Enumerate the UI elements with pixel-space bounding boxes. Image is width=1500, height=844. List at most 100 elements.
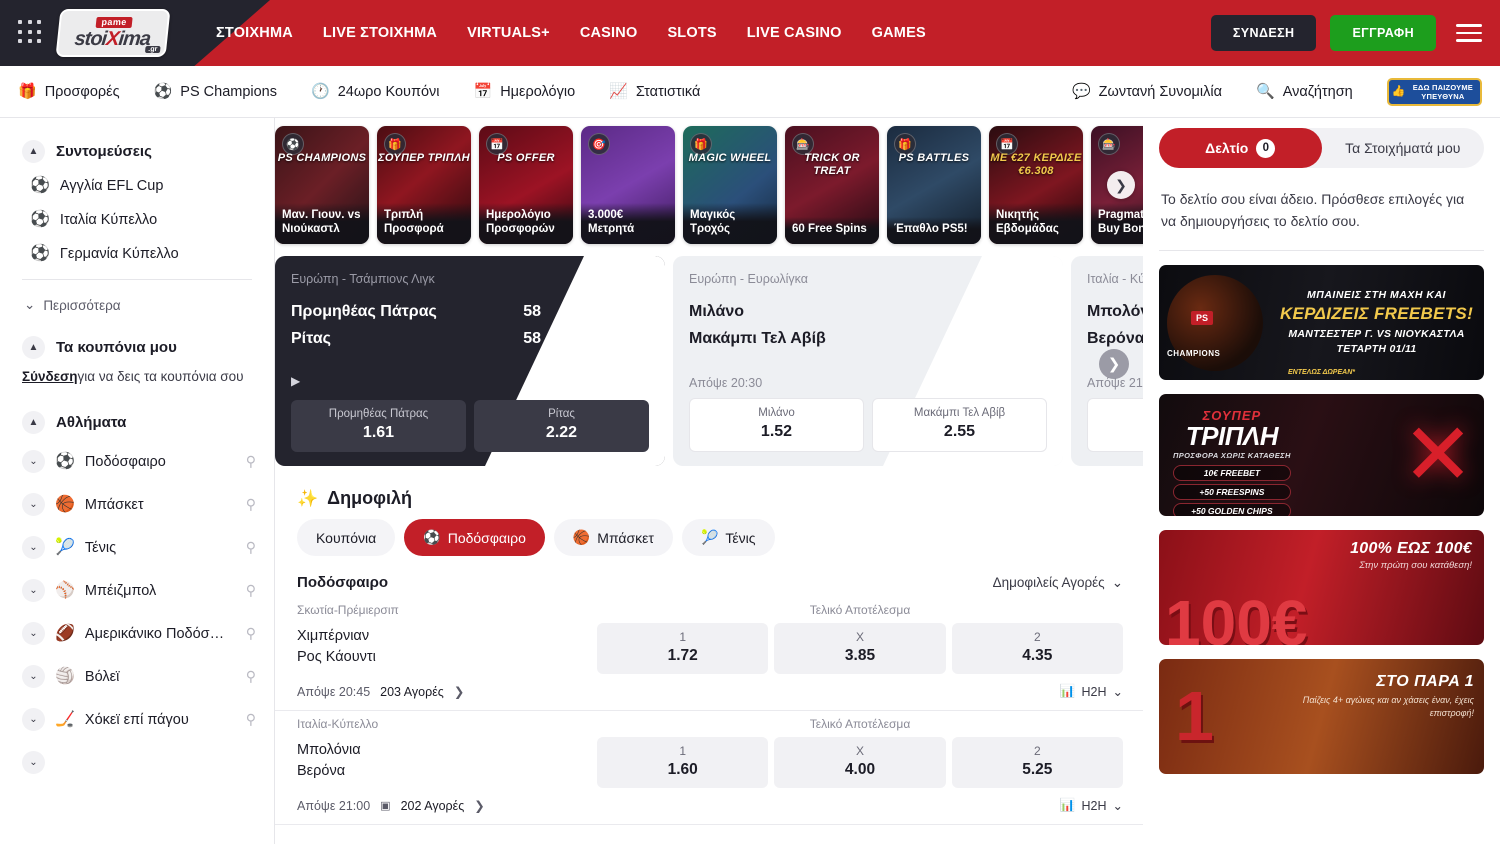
- h2h-button[interactable]: 📊 H2H ⌄: [1060, 798, 1123, 813]
- odd-button-2[interactable]: 2 4.35: [952, 623, 1123, 674]
- subnav-item-calendar[interactable]: 📅 Ημερολόγιο: [474, 84, 576, 100]
- promo-carousel-next-button[interactable]: ❯: [1107, 171, 1135, 199]
- chevron-down-icon[interactable]: ⌄: [22, 450, 45, 473]
- sidebar-item-germany-cup[interactable]: ⚽ Γερμανία Κύπελλο: [0, 237, 274, 271]
- nav-item-live-stoixima[interactable]: LIVE ΣΤΟΙΧΗΜΑ: [323, 25, 437, 41]
- nav-item-slots[interactable]: SLOTS: [667, 25, 716, 41]
- odd-button[interactable]: 1 1.60: [1087, 398, 1143, 452]
- odd-button-x[interactable]: X 3.85: [774, 623, 945, 674]
- chevron-down-icon[interactable]: ⌄: [22, 536, 45, 559]
- sidebar-section-my-coupons[interactable]: ▲ Τα κουπόνια μου: [0, 330, 274, 365]
- sidebar-item-efl-cup[interactable]: ⚽ Αγγλία EFL Cup: [0, 169, 274, 203]
- sidebar-item-volleyball[interactable]: ⌄ 🏐 Βόλεϊ ⚲: [0, 655, 274, 698]
- ps-champions-banner[interactable]: ΜΠΑΙΝΕΙΣ ΣΤΗ ΜΑΧΗ ΚΑΙ ΚΕΡΔΙΖΕΙΣ FREEBETS…: [1159, 265, 1484, 380]
- subnav-item-live-chat[interactable]: 💬 Ζωντανή Συνομιλία: [1072, 84, 1222, 100]
- chevron-down-icon[interactable]: ⌄: [22, 622, 45, 645]
- sidebar-section-sports[interactable]: ▲ Αθλήματα: [0, 405, 274, 440]
- pin-icon[interactable]: ⚲: [246, 539, 256, 556]
- promo-card[interactable]: ⚽ PS CHAMPIONS Μαν. Γιουν. vs Νιούκαστλ: [275, 126, 369, 244]
- odd-button[interactable]: Προμηθέας Πάτρας 1.61: [291, 400, 466, 452]
- odd-button-1[interactable]: 1 1.72: [597, 623, 768, 674]
- tab-football[interactable]: ⚽ Ποδόσφαιρο: [404, 519, 545, 556]
- nav-item-games[interactable]: GAMES: [872, 25, 926, 41]
- sidebar-item-american-football[interactable]: ⌄ 🏈 Αμερικάνικο Ποδόσ… ⚲: [0, 612, 274, 655]
- tab-my-bets[interactable]: Τα Στοιχήματά μου: [1322, 128, 1485, 168]
- promo-card[interactable]: 🎁 ΣΟΥΠΕΡ ΤΡΙΠΛΗ Τριπλή Προσφορά: [377, 126, 471, 244]
- signup-button[interactable]: ΕΓΓΡΑΦΗ: [1330, 15, 1436, 51]
- promo-card[interactable]: 📅 PS OFFER Ημερολόγιο Προσφορών: [479, 126, 573, 244]
- subnav-item-search[interactable]: 🔍 Αναζήτηση: [1256, 84, 1353, 100]
- apps-grid-icon[interactable]: [18, 20, 44, 46]
- markets-dropdown[interactable]: Δημοφιλείς Αγορές ⌄: [993, 575, 1123, 591]
- promo-card[interactable]: 🎯 3.000€ Μετρητά: [581, 126, 675, 244]
- chevron-down-icon[interactable]: ⌄: [22, 493, 45, 516]
- sto-para-1-banner[interactable]: ΣΤΟ ΠΑΡΑ 1 Παίζεις 4+ αγώνες και αν χάσε…: [1159, 659, 1484, 774]
- event-info[interactable]: Σκωτία-Πρέμιερσιπ Χιμπέρνιαν Ρος Κάουντι: [297, 603, 597, 668]
- pin-icon[interactable]: ⚲: [246, 453, 256, 470]
- subnav-item-statistics[interactable]: 📈 Στατιστικά: [609, 84, 700, 100]
- tab-label: Μπάσκετ: [597, 530, 654, 546]
- nav-item-casino[interactable]: CASINO: [580, 25, 638, 41]
- login-button[interactable]: ΣΥΝΔΕΣΗ: [1211, 15, 1317, 51]
- nav-item-live-casino[interactable]: LIVE CASINO: [747, 25, 842, 41]
- subnav-item-offers[interactable]: 🎁 Προσφορές: [18, 84, 120, 100]
- chevron-right-icon[interactable]: ❯: [474, 798, 484, 813]
- event-markets-count[interactable]: 202 Αγορές: [401, 799, 465, 813]
- tab-basketball[interactable]: 🏀 Μπάσκετ: [554, 519, 673, 556]
- sidebar-item-tennis[interactable]: ⌄ 🎾 Τένις ⚲: [0, 526, 274, 569]
- pin-icon[interactable]: ⚲: [246, 668, 256, 685]
- pin-icon[interactable]: ⚲: [246, 711, 256, 728]
- tv-icon[interactable]: ▣: [380, 799, 390, 812]
- promo-card[interactable]: 🎁 MAGIC WHEEL Μαγικός Τροχός: [683, 126, 777, 244]
- pin-icon[interactable]: ⚲: [246, 496, 256, 513]
- chevron-down-icon[interactable]: ⌄: [22, 665, 45, 688]
- odd-button-2[interactable]: 2 5.25: [952, 737, 1123, 788]
- tab-coupons[interactable]: Κουπόνια: [297, 519, 395, 556]
- sidebar-item-label: Τένις: [85, 540, 236, 556]
- site-logo[interactable]: pame stoiXima .gr: [55, 9, 170, 57]
- event-markets-count[interactable]: 203 Αγορές: [380, 685, 444, 699]
- promo-card[interactable]: 📅 ΜΕ €27 ΚΕΡΔΙΣΕ €6.308 Νικητής Εβδομάδα…: [989, 126, 1083, 244]
- pin-icon[interactable]: ⚲: [246, 582, 256, 599]
- odd-button[interactable]: Ρίτας 2.22: [474, 400, 649, 452]
- nav-item-virtuals[interactable]: VIRTUALS+: [467, 25, 550, 41]
- event-info[interactable]: Ιταλία-Κύπελλο Μπολόνια Βερόνα: [297, 717, 597, 782]
- tab-betslip[interactable]: Δελτίο 0: [1159, 128, 1322, 168]
- sidebar-login-link[interactable]: Σύνδεση: [22, 369, 78, 384]
- tab-tennis[interactable]: 🎾 Τένις: [682, 519, 775, 556]
- sidebar-item-football[interactable]: ⌄ ⚽ Ποδόσφαιρο ⚲: [0, 440, 274, 483]
- sidebar-item-italy-cup[interactable]: ⚽ Ιταλία Κύπελλο: [0, 203, 274, 237]
- promo-card[interactable]: 🎰 TRICK OR TREAT 60 Free Spins: [785, 126, 879, 244]
- chevron-down-icon[interactable]: ⌄: [22, 579, 45, 602]
- subnav-item-24h-coupon[interactable]: 🕐 24ωρο Κουπόνι: [311, 84, 440, 100]
- sidebar-item-baseball[interactable]: ⌄ ⚾ Μπέιζμπολ ⚲: [0, 569, 274, 612]
- live-stream-icon[interactable]: ▶: [291, 374, 649, 388]
- sidebar-item-basketball[interactable]: ⌄ 🏀 Μπάσκετ ⚲: [0, 483, 274, 526]
- nav-item-stoixima[interactable]: ΣΤΟΙΧΗΜΑ: [216, 25, 293, 41]
- odd-button[interactable]: Μιλάνο 1.52: [689, 398, 864, 452]
- sidebar-section-shortcuts[interactable]: ▲ Συντομεύσεις: [0, 134, 274, 169]
- match-card-live[interactable]: Ευρώπη - Τσάμπιονς Λιγκ Προμηθέας Πάτρας…: [275, 256, 665, 466]
- odd-button-1[interactable]: 1 1.60: [597, 737, 768, 788]
- h2h-button[interactable]: 📊 H2H ⌄: [1060, 684, 1123, 699]
- odd-button[interactable]: Μακάμπι Τελ Αβίβ 2.55: [872, 398, 1047, 452]
- welcome-bonus-banner[interactable]: 100% ΕΩΣ 100€ Στην πρώτη σου κατάθεση! 1…: [1159, 530, 1484, 645]
- match-card-upcoming[interactable]: Ευρώπη - Ευρωλίγκα Μιλάνο Μακάμπι Τελ Αβ…: [673, 256, 1063, 466]
- super-tripli-banner[interactable]: ΣΟΥΠΕΡ ΤΡΙΠΛΗ ΠΡΟΣΦΟΡΑ ΧΩΡΙΣ ΚΑΤΑΘΕΣΗ 10…: [1159, 394, 1484, 516]
- odd-button-x[interactable]: X 4.00: [774, 737, 945, 788]
- sidebar-item-partial[interactable]: ⌄: [0, 741, 274, 784]
- matches-carousel-next-button[interactable]: ❯: [1099, 349, 1129, 379]
- pin-icon[interactable]: ⚲: [246, 625, 256, 642]
- chevron-right-icon[interactable]: ❯: [454, 684, 464, 699]
- responsible-gaming-badge[interactable]: 👍 ΕΔΩ ΠΑΙΖΟΥΜΕ ΥΠΕΥΘΥΝΑ: [1387, 78, 1482, 106]
- tab-label: Ποδόσφαιρο: [448, 530, 526, 546]
- ice-hockey-icon: 🏒: [55, 712, 75, 728]
- promo-card[interactable]: 🎁 PS BATTLES Έπαθλο PS5!: [887, 126, 981, 244]
- match-league: Ευρώπη - Τσάμπιονς Λιγκ: [291, 272, 649, 286]
- chevron-down-icon[interactable]: ⌄: [22, 751, 45, 774]
- chevron-down-icon[interactable]: ⌄: [22, 708, 45, 731]
- sidebar-item-ice-hockey[interactable]: ⌄ 🏒 Χόκεϊ επί πάγου ⚲: [0, 698, 274, 741]
- sidebar-more-button[interactable]: ⌄ Περισσότερα: [0, 288, 274, 322]
- subnav-item-ps-champions[interactable]: ⚽ PS Champions: [154, 84, 277, 100]
- hamburger-menu-icon[interactable]: [1456, 19, 1482, 47]
